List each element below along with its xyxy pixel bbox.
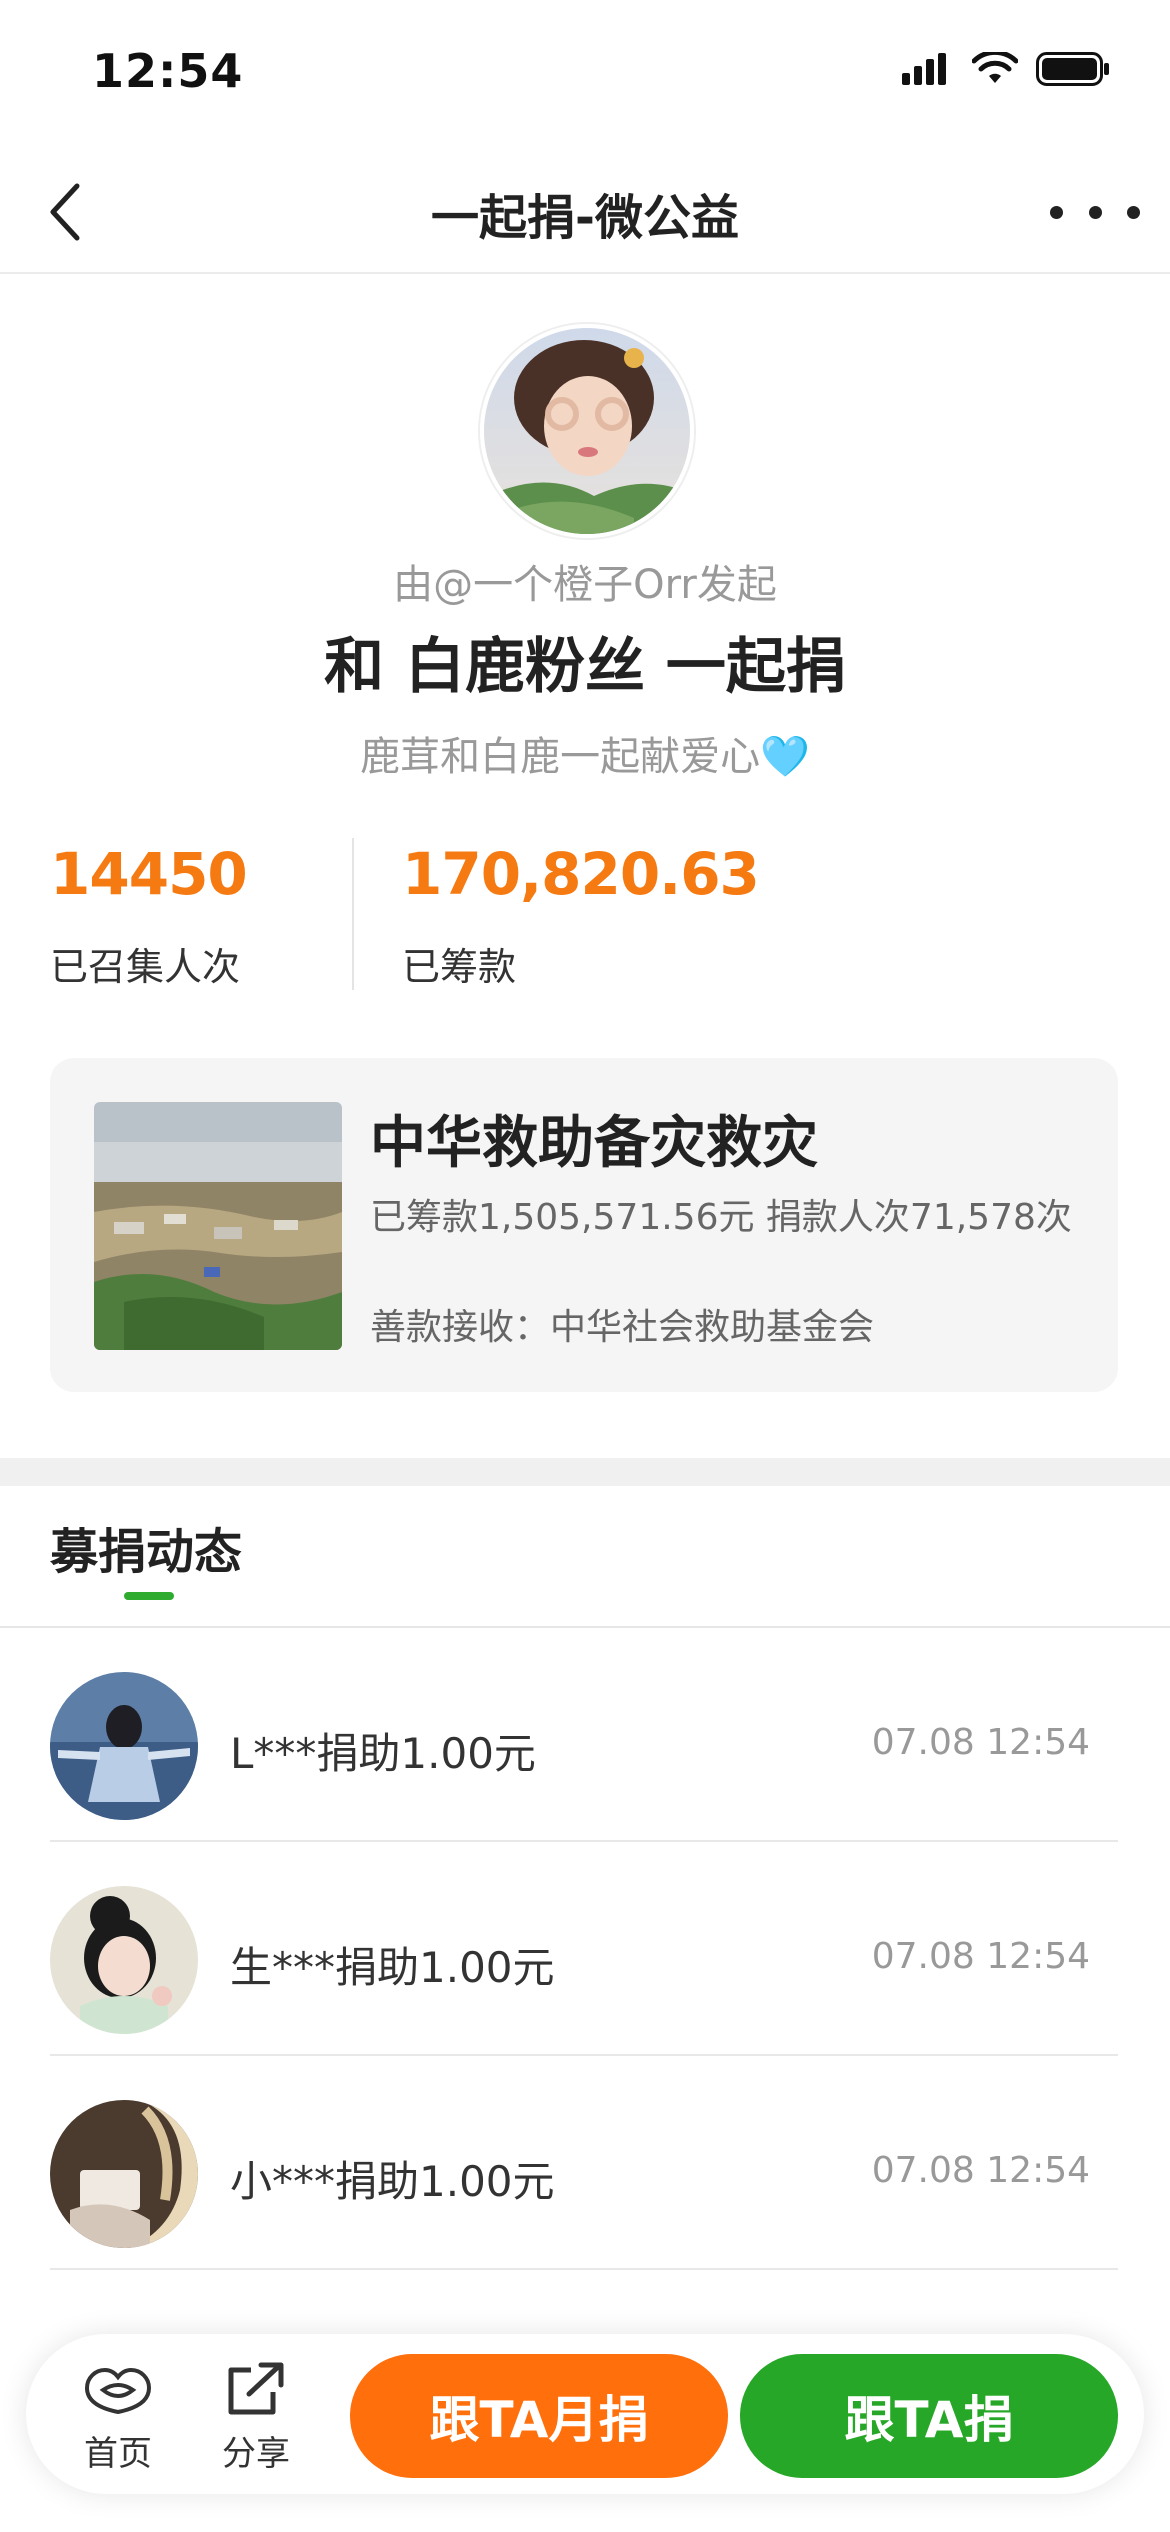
- battery-icon: [1036, 52, 1109, 86]
- wifi-icon: [972, 52, 1018, 83]
- status-bar: 12:54: [0, 0, 1170, 150]
- home-label: 首页: [84, 2434, 152, 2474]
- tab-donation-feed[interactable]: 募捐动态: [50, 1512, 242, 1582]
- donation-time: 07.08 12:54: [871, 1936, 1090, 1977]
- donor-avatar[interactable]: [50, 1672, 198, 1820]
- donation-row: L***捐助1.00元 07.08 12:54: [50, 1628, 1118, 1842]
- donation-row: 生***捐助1.00元 07.08 12:54: [50, 1842, 1118, 2056]
- more-options-button[interactable]: [1050, 182, 1140, 242]
- more-dot-icon: [1050, 205, 1063, 219]
- project-name: 中华救助备灾救灾: [370, 1111, 818, 1176]
- stat-divider: [352, 838, 354, 990]
- initiator-text: 由@一个橙子Orr发起: [393, 562, 777, 608]
- donate-button[interactable]: 跟TA捐: [740, 2354, 1118, 2478]
- home-icon: [84, 2367, 152, 2415]
- campaign-slogan: 鹿茸和白鹿一起献爱心🩵: [360, 734, 810, 780]
- donor-avatar[interactable]: [50, 2100, 198, 2248]
- cellular-signal-icon: [902, 53, 946, 85]
- bottom-action-bar: 首页 分享 跟TA月捐 跟TA捐: [26, 2334, 1144, 2494]
- campaign-title: 和 白鹿粉丝 一起捐: [324, 632, 846, 702]
- share-button[interactable]: 分享: [206, 2360, 306, 2475]
- donation-text: L***捐助1.00元: [230, 1729, 536, 1778]
- initiator-avatar[interactable]: [480, 324, 694, 538]
- donation-text: 小***捐助1.00元: [230, 2157, 555, 2206]
- share-icon: [228, 2362, 284, 2415]
- participants-stat: 14450 已召集人次: [50, 840, 248, 991]
- raised-stat: 170,820.63 已筹款: [402, 840, 760, 991]
- participants-label: 已召集人次: [50, 945, 241, 989]
- project-receiver: 善款接收：中华社会救助基金会: [370, 1307, 875, 1348]
- home-button[interactable]: 首页: [68, 2360, 168, 2475]
- donation-time: 07.08 12:54: [871, 2150, 1090, 2191]
- donor-avatar[interactable]: [50, 1886, 198, 2034]
- more-dot-icon: [1127, 205, 1140, 219]
- project-card[interactable]: 中华救助备灾救灾 已筹款1,505,571.56元 捐款人次71,578次 善款…: [50, 1058, 1118, 1392]
- project-thumbnail: [94, 1102, 342, 1350]
- donation-text: 生***捐助1.00元: [230, 1943, 555, 1992]
- share-label: 分享: [222, 2434, 290, 2474]
- donation-row: 小***捐助1.00元 07.08 12:54: [50, 2056, 1118, 2270]
- project-stats: 已筹款1,505,571.56元 捐款人次71,578次: [370, 1197, 1072, 1238]
- participants-value: 14450: [50, 840, 248, 908]
- monthly-donate-button[interactable]: 跟TA月捐: [350, 2354, 728, 2478]
- status-time: 12:54: [92, 44, 244, 98]
- donation-list: L***捐助1.00元 07.08 12:54 生***捐助1.00元 07.0…: [50, 1628, 1118, 2270]
- donation-time: 07.08 12:54: [871, 1722, 1090, 1763]
- raised-label: 已筹款: [402, 945, 517, 989]
- tab-active-indicator: [124, 1592, 174, 1600]
- raised-value: 170,820.63: [402, 840, 760, 908]
- more-dot-icon: [1088, 205, 1102, 219]
- status-icons: [902, 52, 1110, 86]
- page-title: 一起捐-微公益: [431, 190, 739, 246]
- nav-bar: 一起捐-微公益: [0, 150, 1170, 274]
- section-divider: [0, 1458, 1170, 1486]
